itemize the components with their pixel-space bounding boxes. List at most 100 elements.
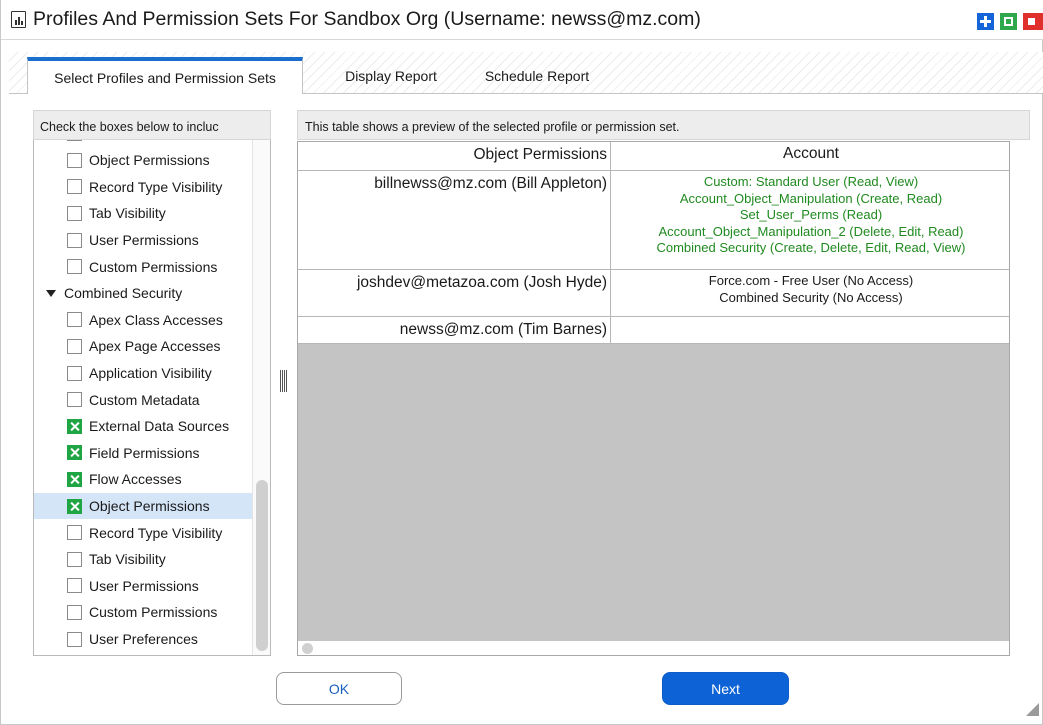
tree-item-apex-page-accesses[interactable]: Apex Page Accesses xyxy=(34,333,252,360)
tree-item-user-preferences[interactable]: User Preferences xyxy=(34,626,252,653)
window-title: Profiles And Permission Sets For Sandbox… xyxy=(33,8,701,30)
tab-select-profiles[interactable]: Select Profiles and Permission Sets xyxy=(27,57,303,94)
tree-item-label: User Preferences xyxy=(89,631,198,648)
permission-line: Account_Object_Manipulation (Create, Rea… xyxy=(679,190,943,206)
permission-line: Force.com - Free User (No Access) xyxy=(708,273,914,288)
hscroll-thumb[interactable] xyxy=(302,643,313,654)
tree-item-label: Application Visibility xyxy=(89,365,212,382)
tree-item-label: Object Permissions xyxy=(89,152,210,169)
checkbox-icon[interactable] xyxy=(67,604,82,620)
row-user: newss@mz.com (Tim Barnes) xyxy=(298,317,611,343)
tree-item-flow-accesses[interactable]: Flow Accesses xyxy=(34,466,252,493)
table-row[interactable]: newss@mz.com (Tim Barnes) xyxy=(298,317,1009,344)
checkbox-icon[interactable] xyxy=(67,140,82,142)
checked-checkbox-icon[interactable] xyxy=(67,471,82,487)
tree-item-object-permissions[interactable]: Object Permissions xyxy=(34,147,252,174)
tab-display-report[interactable]: Display Report xyxy=(327,58,455,94)
tree-item-user-permissions[interactable]: User Permissions xyxy=(34,227,252,254)
tree-item-label: Custom Permissions xyxy=(89,604,218,621)
tree-group-combined-security[interactable]: Combined Security xyxy=(34,280,252,307)
tree-scrollbar-thumb[interactable] xyxy=(256,480,268,651)
column-header-account: Account xyxy=(782,145,839,162)
app-window: Profiles And Permission Sets For Sandbox… xyxy=(0,0,1043,725)
tree-item-label: External Data Sources xyxy=(89,418,230,435)
caret-down-icon[interactable] xyxy=(46,290,56,297)
tree-item-label: Tab Visibility xyxy=(89,205,166,222)
tree-item-label: Custom Permissions xyxy=(89,258,218,275)
checkbox-icon[interactable] xyxy=(67,365,82,381)
tree-item-label: Apex Class Accesses xyxy=(89,311,223,328)
permission-line: Combined Security (No Access) xyxy=(719,289,903,305)
tree-item-custom-permissions[interactable]: Custom Permissions xyxy=(34,599,252,626)
resize-grip-icon[interactable] xyxy=(1026,703,1039,716)
maximize-icon[interactable] xyxy=(977,13,994,30)
checkbox-icon[interactable] xyxy=(67,259,82,275)
tree-item-tab-visibility[interactable]: Tab Visibility xyxy=(34,200,252,227)
row-user: billnewss@mz.com (Bill Appleton) xyxy=(298,171,611,269)
checkbox-icon[interactable] xyxy=(67,525,82,541)
tree-item-record-type-visibility[interactable]: Record Type Visibility xyxy=(34,174,252,201)
tree-item-label: Record Type Visibility xyxy=(89,178,223,195)
tree-item-partial[interactable] xyxy=(34,140,252,147)
restore-icon[interactable] xyxy=(1000,13,1017,30)
checkbox-icon[interactable] xyxy=(67,392,82,408)
tab-bar: Select Profiles and Permission Sets Disp… xyxy=(9,52,1043,94)
tree-item-object-permissions[interactable]: Object Permissions xyxy=(34,492,252,520)
splitter-handle[interactable] xyxy=(279,370,289,392)
table-hscrollbar[interactable] xyxy=(298,640,1009,655)
tree-item-application-visibility[interactable]: Application Visibility xyxy=(34,360,252,387)
tree-item-apex-class-accesses[interactable]: Apex Class Accesses xyxy=(34,307,252,334)
row-permissions: Custom: Standard User (Read, View) Accoun… xyxy=(611,171,1009,269)
checkbox-icon[interactable] xyxy=(67,152,82,168)
permission-line: Set_User_Perms (Read) xyxy=(739,207,883,223)
checkbox-icon[interactable] xyxy=(67,232,82,248)
tree-item-record-type-visibility[interactable]: Record Type Visibility xyxy=(34,519,252,546)
checkbox-icon[interactable] xyxy=(67,312,82,328)
checkbox-icon[interactable] xyxy=(67,578,82,594)
tree-item-label: Tab Visibility xyxy=(89,551,166,568)
right-panel-header: This table shows a preview of the select… xyxy=(297,110,1030,140)
column-header-object-permissions: Object Permissions xyxy=(298,142,611,170)
table-row[interactable]: joshdev@metazoa.com (Josh Hyde) Force.co… xyxy=(298,270,1009,317)
row-permissions xyxy=(611,317,1009,343)
tree-item-external-data-sources[interactable]: External Data Sources xyxy=(34,413,252,440)
tree-item-label: Flow Accesses xyxy=(89,471,182,488)
checkbox-icon[interactable] xyxy=(67,551,82,567)
tree-item-label: Field Permissions xyxy=(89,444,200,461)
tree-item-tab-visibility[interactable]: Tab Visibility xyxy=(34,546,252,573)
tree-item-label: Object Permissions xyxy=(89,498,210,515)
checkbox-icon[interactable] xyxy=(67,205,82,221)
table-right-gutter xyxy=(1010,141,1030,656)
close-icon[interactable] xyxy=(1023,13,1043,30)
tree-item-label: Apex Page Accesses xyxy=(89,338,221,355)
permission-line: Account_Object_Manipulation_2 (Delete, E… xyxy=(658,223,964,239)
report-icon xyxy=(11,11,26,28)
row-permissions: Force.com - Free User (No Access) Combine… xyxy=(611,270,1009,316)
ok-button[interactable]: OK xyxy=(276,672,402,705)
checked-checkbox-icon[interactable] xyxy=(67,418,82,434)
checkbox-icon[interactable] xyxy=(67,631,82,647)
tree-item-label: Record Type Visibility xyxy=(89,524,223,541)
tree-scrollbar[interactable] xyxy=(252,140,270,655)
tree-item-custom-metadata[interactable]: Custom Metadata xyxy=(34,386,252,413)
tree-item-label: User Permissions xyxy=(89,577,199,594)
table-header-row: Object Permissions Account xyxy=(298,142,1009,171)
checked-checkbox-icon[interactable] xyxy=(67,445,82,461)
tree-group-label: Combined Security xyxy=(64,285,183,302)
permission-tree: Object Permissions Record Type Visibility… xyxy=(33,140,271,656)
table-row[interactable]: billnewss@mz.com (Bill Appleton) Custom:… xyxy=(298,171,1009,270)
tree-item-label: Custom Metadata xyxy=(89,391,200,408)
tree-item-custom-permissions[interactable]: Custom Permissions xyxy=(34,253,252,280)
permission-line: Combined Security (Create, Delete, Edit,… xyxy=(656,240,966,256)
tree-item-field-permissions[interactable]: Field Permissions xyxy=(34,440,252,467)
checked-checkbox-icon[interactable] xyxy=(67,498,82,514)
next-button[interactable]: Next xyxy=(662,672,789,705)
tab-schedule-report[interactable]: Schedule Report xyxy=(469,58,605,94)
title-bar: Profiles And Permission Sets For Sandbox… xyxy=(1,0,1043,40)
row-user: joshdev@metazoa.com (Josh Hyde) xyxy=(298,270,611,316)
tree-item-user-permissions[interactable]: User Permissions xyxy=(34,573,252,600)
left-panel-header: Check the boxes below to incluc xyxy=(33,110,271,140)
permission-line: Custom: Standard User (Read, View) xyxy=(703,174,919,189)
checkbox-icon[interactable] xyxy=(67,338,82,354)
checkbox-icon[interactable] xyxy=(67,179,82,195)
